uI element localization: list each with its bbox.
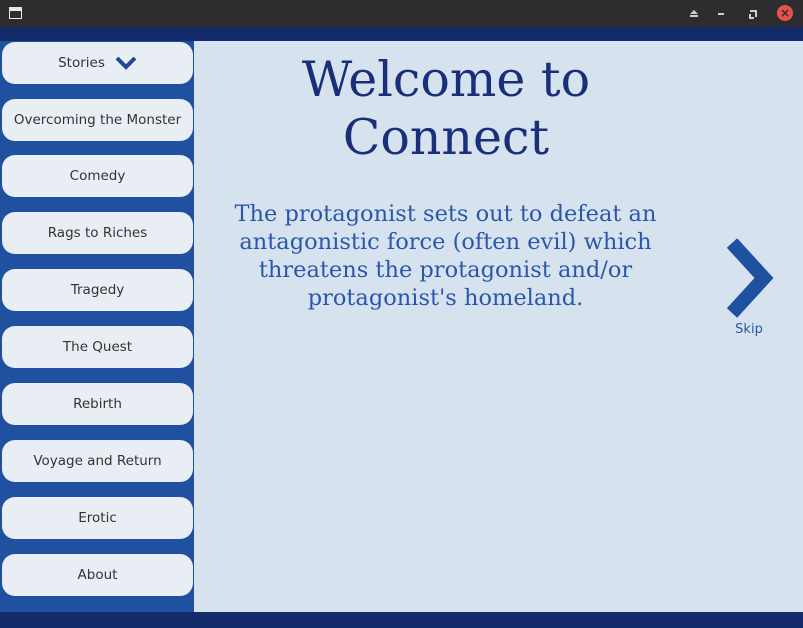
sidebar-item-about[interactable]: About xyxy=(2,554,193,596)
sidebar-item-comedy[interactable]: Comedy xyxy=(2,155,193,197)
story-description: The protagonist sets out to defeat an an… xyxy=(234,201,657,311)
sidebar-item-overcoming-the-monster[interactable]: Overcoming the Monster xyxy=(2,99,193,141)
sidebar-item-the-quest[interactable]: The Quest xyxy=(2,326,193,368)
eject-icon[interactable] xyxy=(686,6,702,22)
minimize-button[interactable] xyxy=(713,6,729,22)
chevron-right-icon xyxy=(726,238,774,318)
skip-button[interactable]: Skip xyxy=(720,235,780,343)
window-frame-top xyxy=(0,27,803,41)
title-bar: × xyxy=(0,0,803,27)
sidebar-item-rags-to-riches[interactable]: Rags to Riches xyxy=(2,212,193,254)
stories-label: Stories xyxy=(58,55,105,71)
sidebar-item-tragedy[interactable]: Tragedy xyxy=(2,269,193,311)
skip-label: Skip xyxy=(735,322,763,337)
maximize-button[interactable] xyxy=(745,6,761,22)
sidebar-item-erotic[interactable]: Erotic xyxy=(2,497,193,539)
close-button[interactable]: × xyxy=(777,5,793,21)
window-frame-bottom xyxy=(0,612,803,628)
app-window-icon xyxy=(9,7,22,19)
main-content: Welcome to Connect The protagonist sets … xyxy=(194,41,803,612)
stories-dropdown-button[interactable]: Stories xyxy=(2,42,193,84)
welcome-title: Welcome to Connect xyxy=(301,51,591,166)
sidebar-item-rebirth[interactable]: Rebirth xyxy=(2,383,193,425)
sidebar: Stories Overcoming the Monster Comedy Ra… xyxy=(0,41,194,612)
sidebar-item-voyage-and-return[interactable]: Voyage and Return xyxy=(2,440,193,482)
chevron-down-icon xyxy=(115,56,137,70)
